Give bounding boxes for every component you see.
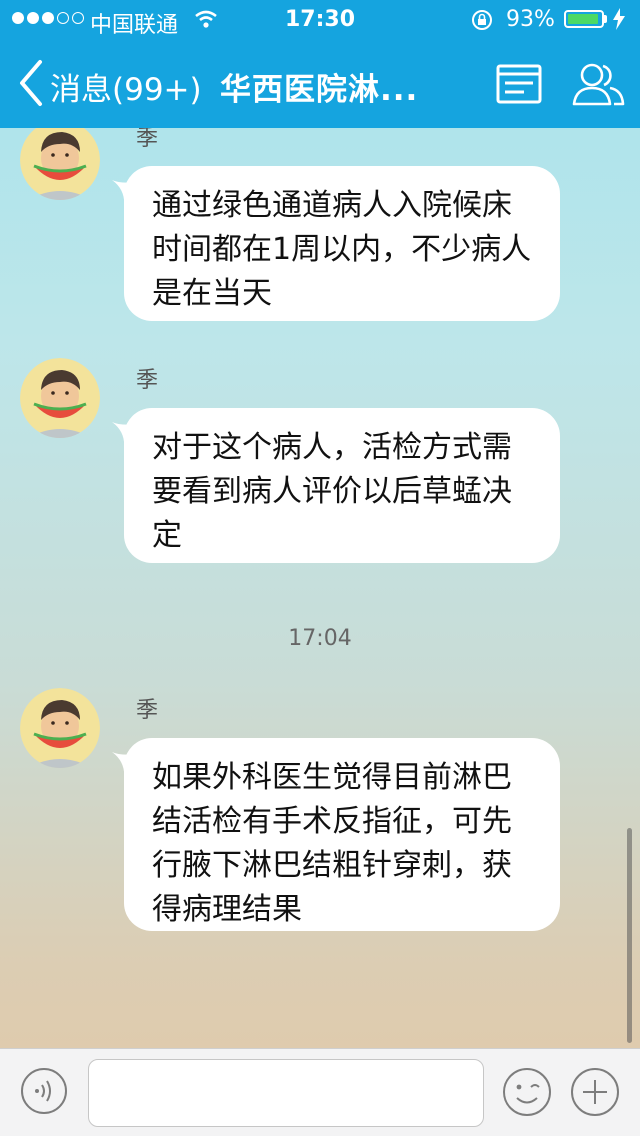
- chat-screen: 中国联通 17:30 93% 消息(99+) 华西医院淋... 季 通过绿色通道…: [0, 0, 640, 1136]
- status-bar: 中国联通 17:30 93%: [0, 0, 640, 40]
- avatar[interactable]: [20, 688, 100, 768]
- group-members-icon[interactable]: [570, 60, 626, 108]
- message-input[interactable]: [88, 1059, 484, 1127]
- time-separator: 17:04: [288, 626, 352, 651]
- battery-percent: 93%: [506, 7, 555, 32]
- plus-icon[interactable]: [570, 1067, 620, 1117]
- charging-icon: [613, 8, 625, 30]
- message-bubble[interactable]: 通过绿色通道病人入院候床时间都在1周以内，不少病人是在当天: [112, 166, 560, 321]
- voice-icon[interactable]: [20, 1067, 68, 1115]
- scrollbar[interactable]: [627, 828, 632, 1043]
- input-bar: [0, 1048, 640, 1136]
- navigation-bar: 消息(99+) 华西医院淋...: [0, 40, 640, 128]
- message-text: 通过绿色通道病人入院候床时间都在1周以内，不少病人是在当天: [152, 188, 532, 311]
- top-bar: 中国联通 17:30 93% 消息(99+) 华西医院淋...: [0, 0, 640, 128]
- avatar[interactable]: [20, 120, 100, 200]
- rotation-lock-icon: [472, 10, 492, 30]
- back-button[interactable]: 消息(99+): [50, 64, 202, 109]
- message-bubble[interactable]: 对于这个病人，活检方式需要看到病人评价以后草蜢决定: [112, 408, 560, 563]
- message-text: 对于这个病人，活检方式需要看到病人评价以后草蜢决定: [152, 430, 512, 553]
- group-notice-icon[interactable]: [496, 64, 542, 104]
- sender-name: 季: [136, 368, 159, 393]
- emoji-icon[interactable]: [502, 1067, 552, 1117]
- sender-name: 季: [136, 698, 159, 723]
- avatar[interactable]: [20, 358, 100, 438]
- message-bubble[interactable]: 如果外科医生觉得目前淋巴结活检有手术反指征，可先行腋下淋巴结粗针穿刺，获得病理结…: [112, 738, 560, 931]
- battery-icon: [564, 10, 604, 28]
- chat-title: 华西医院淋...: [220, 72, 419, 108]
- message-text: 如果外科医生觉得目前淋巴结活检有手术反指征，可先行腋下淋巴结粗针穿刺，获得病理结…: [152, 760, 512, 927]
- back-chevron-icon[interactable]: [16, 58, 46, 108]
